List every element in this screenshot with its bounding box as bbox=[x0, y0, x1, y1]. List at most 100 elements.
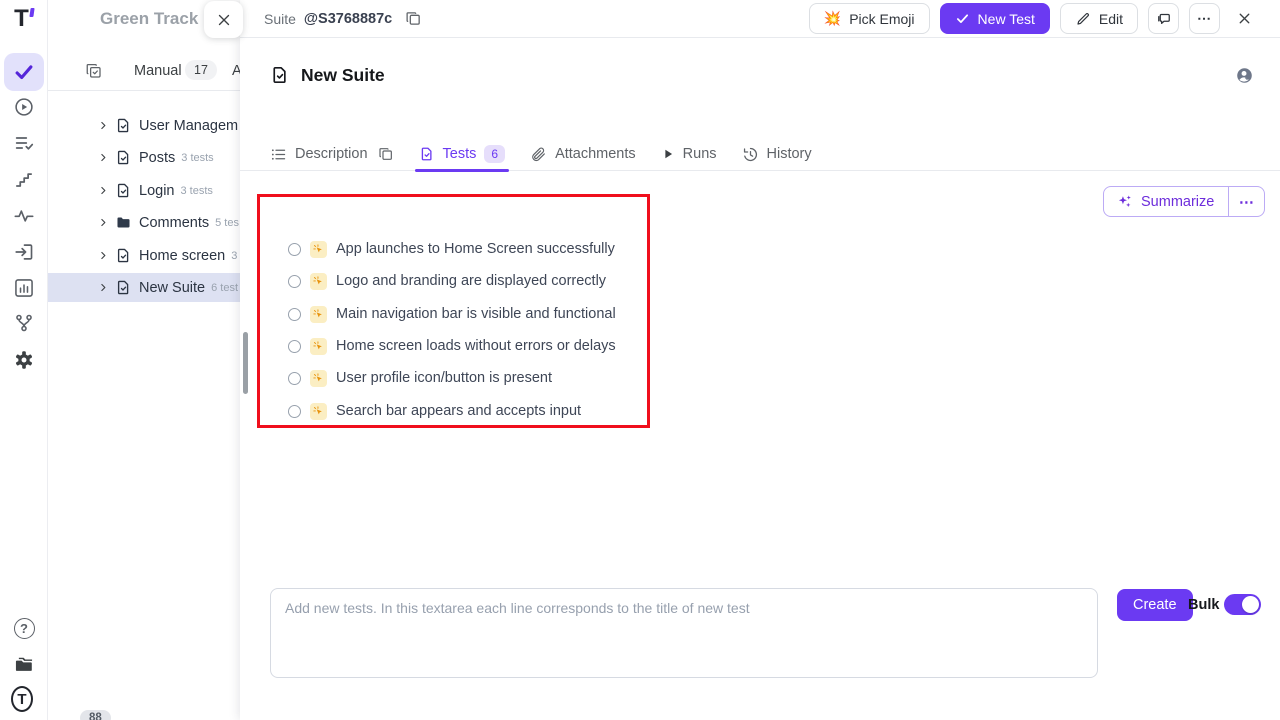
summarize-button[interactable]: Summarize bbox=[1104, 187, 1228, 216]
copy-check-icon[interactable] bbox=[85, 62, 103, 80]
tree-filter-row: Manual 17 A bbox=[48, 55, 240, 90]
copy-icon[interactable] bbox=[378, 146, 394, 162]
chat-bubble-icon bbox=[1155, 10, 1173, 28]
test-row[interactable]: Search bar appears and accepts input bbox=[288, 400, 581, 422]
chevron-right-icon[interactable] bbox=[97, 216, 110, 229]
chevron-right-icon[interactable] bbox=[97, 119, 110, 132]
check-icon bbox=[955, 11, 970, 26]
manual-test-icon bbox=[310, 306, 327, 323]
test-status-circle[interactable] bbox=[288, 372, 301, 385]
app-logo-letter: T bbox=[14, 6, 29, 32]
test-title[interactable]: Home screen loads without errors or dela… bbox=[336, 338, 616, 354]
test-row[interactable]: App launches to Home Screen successfully bbox=[288, 238, 615, 260]
rail-item-brand-bottom[interactable]: T bbox=[11, 688, 33, 710]
filter-next-tab-partial[interactable]: A bbox=[232, 63, 240, 79]
copy-icon[interactable] bbox=[405, 10, 422, 27]
logo-accent bbox=[29, 8, 34, 17]
play-icon bbox=[661, 147, 675, 161]
ellipsis-icon: ⋯ bbox=[1239, 193, 1255, 211]
rail-item-settings[interactable] bbox=[13, 349, 35, 371]
new-test-button[interactable]: New Test bbox=[940, 3, 1050, 34]
test-title[interactable]: Search bar appears and accepts input bbox=[336, 403, 581, 419]
breadcrumb[interactable]: Green Track› bbox=[100, 9, 213, 29]
rail-item-analytics[interactable] bbox=[13, 205, 35, 227]
test-title[interactable]: Main navigation bar is visible and funct… bbox=[336, 306, 616, 322]
test-status-circle[interactable] bbox=[288, 340, 301, 353]
tab-attachments[interactable]: Attachments bbox=[530, 138, 636, 171]
suite-doc-icon bbox=[115, 182, 132, 199]
stairs-icon bbox=[13, 169, 35, 191]
test-title[interactable]: Logo and branding are displayed correctl… bbox=[336, 273, 606, 289]
chevron-right-icon[interactable] bbox=[97, 151, 110, 164]
pulse-icon bbox=[13, 205, 35, 227]
rail-item-steps[interactable] bbox=[13, 169, 35, 191]
test-status-circle[interactable] bbox=[288, 308, 301, 321]
edit-button[interactable]: Edit bbox=[1060, 3, 1138, 34]
description-list-icon bbox=[270, 146, 287, 163]
rail-item-plans[interactable] bbox=[13, 132, 35, 154]
comments-button[interactable] bbox=[1148, 3, 1179, 34]
test-status-circle[interactable] bbox=[288, 243, 301, 256]
rail-item-reports[interactable] bbox=[13, 277, 35, 299]
tree-item-comments[interactable]: Comments 5 tes bbox=[48, 208, 240, 237]
ellipsis-icon: ⋯ bbox=[1197, 10, 1212, 27]
collision-emoji-icon: 💥 bbox=[824, 10, 841, 27]
tree-item-posts[interactable]: Posts 3 tests bbox=[48, 143, 240, 172]
rail-item-runs[interactable] bbox=[13, 96, 35, 118]
chevron-right-icon[interactable] bbox=[97, 249, 110, 262]
play-circle-icon bbox=[13, 96, 35, 118]
tab-history[interactable]: History bbox=[742, 138, 812, 171]
tab-runs[interactable]: Runs bbox=[661, 138, 717, 171]
tab-description[interactable]: Description bbox=[270, 138, 394, 171]
rail-item-tests[interactable] bbox=[4, 53, 44, 91]
close-sidebar-button[interactable] bbox=[204, 1, 243, 38]
paperclip-icon bbox=[530, 146, 547, 163]
test-row[interactable]: Home screen loads without errors or dela… bbox=[288, 335, 616, 357]
suite-doc-icon bbox=[115, 279, 132, 296]
filter-manual-count: 17 bbox=[185, 60, 217, 80]
folders-icon bbox=[13, 653, 35, 675]
tree-item-new-suite[interactable]: New Suite 6 test bbox=[48, 273, 240, 302]
tree-item-home-screen[interactable]: Home screen 3 bbox=[48, 241, 240, 270]
bulk-toggle[interactable] bbox=[1224, 594, 1261, 615]
suite-detail-panel: Suite @S3768887c 💥 Pick Emoji New Test E… bbox=[240, 0, 1280, 720]
test-row[interactable]: User profile icon/button is present bbox=[288, 367, 552, 389]
test-status-circle[interactable] bbox=[288, 275, 301, 288]
rail-item-help[interactable]: ? bbox=[13, 617, 35, 639]
test-title[interactable]: User profile icon/button is present bbox=[336, 370, 552, 386]
manual-test-icon bbox=[310, 241, 327, 258]
suite-title-row: New Suite bbox=[240, 62, 1280, 88]
create-button[interactable]: Create bbox=[1117, 589, 1193, 621]
rail-item-import[interactable] bbox=[13, 241, 35, 263]
test-row[interactable]: Logo and branding are displayed correctl… bbox=[288, 270, 606, 292]
filter-manual-label[interactable]: Manual bbox=[134, 63, 182, 79]
gear-icon bbox=[13, 349, 35, 371]
test-doc-icon bbox=[419, 146, 435, 162]
tree-item-user-management[interactable]: User Managem bbox=[48, 111, 240, 140]
chevron-right-icon[interactable] bbox=[97, 281, 110, 294]
close-icon bbox=[215, 11, 233, 29]
list-check-icon bbox=[13, 132, 35, 154]
pick-emoji-button[interactable]: 💥 Pick Emoji bbox=[809, 3, 930, 34]
bulk-label: Bulk bbox=[1188, 597, 1219, 613]
test-title[interactable]: App launches to Home Screen successfully bbox=[336, 241, 615, 257]
new-tests-textarea[interactable] bbox=[270, 588, 1098, 678]
test-status-circle[interactable] bbox=[288, 405, 301, 418]
test-row[interactable]: Main navigation bar is visible and funct… bbox=[288, 303, 616, 325]
login-arrow-icon bbox=[13, 241, 35, 263]
app-logo[interactable]: T bbox=[10, 6, 38, 34]
assignee-avatar[interactable] bbox=[1235, 66, 1254, 85]
suite-id: @S3768887c bbox=[304, 11, 392, 27]
rail-item-branches[interactable] bbox=[13, 312, 35, 334]
tree-item-login[interactable]: Login 3 tests bbox=[48, 176, 240, 205]
chevron-right-icon[interactable] bbox=[97, 184, 110, 197]
close-panel-button[interactable] bbox=[1230, 3, 1258, 34]
rail-item-projects[interactable] bbox=[13, 653, 35, 675]
summarize-more-button[interactable]: ⋯ bbox=[1229, 187, 1264, 216]
more-options-button[interactable]: ⋯ bbox=[1189, 3, 1220, 34]
manual-test-icon bbox=[310, 338, 327, 355]
git-branch-icon bbox=[13, 312, 35, 334]
close-icon bbox=[1236, 10, 1253, 27]
tab-tests[interactable]: Tests 6 bbox=[419, 138, 506, 171]
tree-scrollbar-thumb[interactable] bbox=[243, 332, 248, 394]
